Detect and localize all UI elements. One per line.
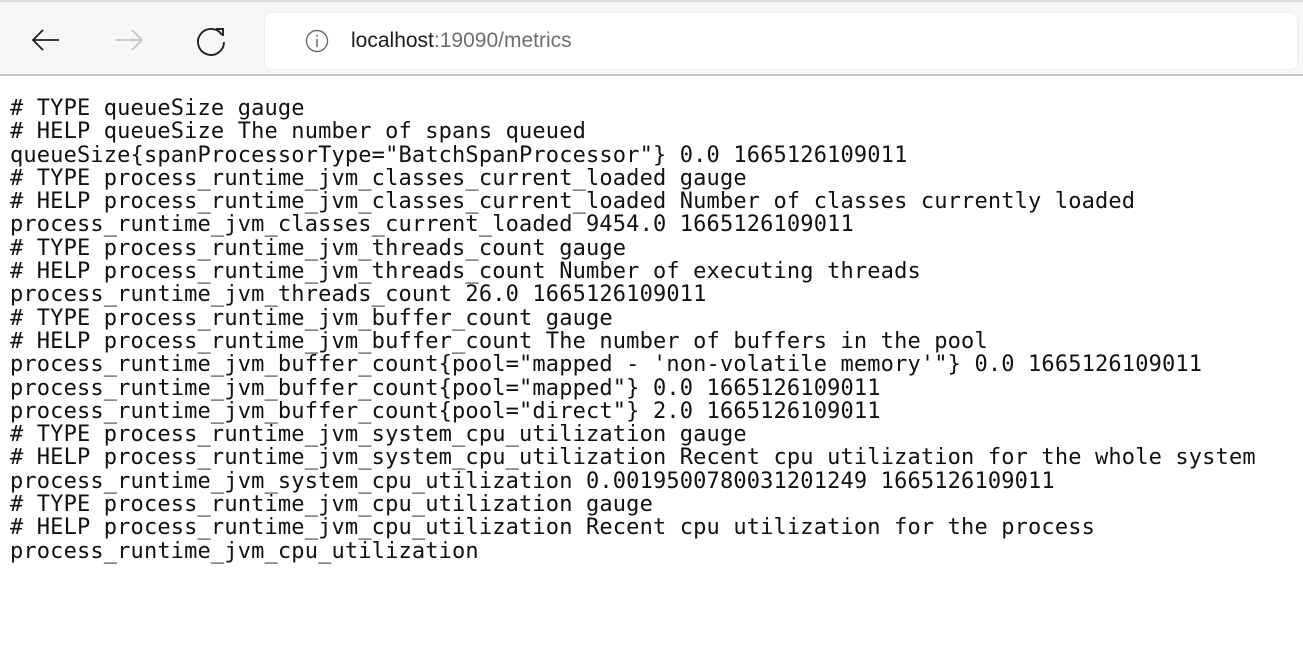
metric-sample-line: process_runtime_jvm_classes_current_load… (10, 212, 854, 238)
metric-sample-line: process_runtime_jvm_buffer_count{pool="d… (10, 398, 881, 424)
metric-sample-line: process_runtime_jvm_threads_count 26.0 1… (10, 282, 707, 308)
reload-button[interactable] (188, 16, 236, 64)
arrow-right-icon (116, 29, 144, 51)
metric-sample-line: process_runtime_jvm_buffer_count{pool="m… (10, 352, 1203, 378)
metrics-text-body: # TYPE queueSize gauge # HELP queueSize T… (10, 97, 1256, 563)
metric-type-line: # TYPE queueSize gauge (10, 96, 305, 121)
url-text[interactable]: localhost:19090/metrics (351, 13, 572, 69)
metric-help-line: # HELP process_runtime_jvm_buffer_count … (10, 328, 988, 354)
back-button[interactable] (22, 16, 70, 64)
info-circle-icon[interactable] (305, 29, 329, 53)
metric-sample-line: process_runtime_jvm_system_cpu_utilizati… (10, 468, 1055, 494)
url-path: :19090/metrics (433, 29, 572, 52)
metric-type-line: # TYPE process_runtime_jvm_system_cpu_ut… (10, 422, 747, 448)
metric-help-line: # HELP process_runtime_jvm_classes_curre… (10, 189, 1136, 215)
metric-type-line: # TYPE process_runtime_jvm_threads_count… (10, 235, 627, 261)
url-host: localhost (351, 29, 434, 52)
metric-sample-line: process_runtime_jvm_cpu_utilization (10, 538, 479, 564)
forward-button[interactable] (105, 16, 153, 64)
metric-help-line: # HELP process_runtime_jvm_threads_count… (10, 259, 921, 285)
metric-type-line: # TYPE process_runtime_jvm_classes_curre… (10, 165, 747, 191)
metric-sample-line: queueSize{spanProcessorType="BatchSpanPr… (10, 142, 908, 168)
metric-sample-line: process_runtime_jvm_buffer_count{pool="m… (10, 375, 881, 401)
reload-icon (197, 28, 225, 56)
arrow-left-icon (31, 29, 59, 51)
metric-type-line: # TYPE process_runtime_jvm_cpu_utilizati… (10, 492, 653, 518)
metric-help-line: # HELP process_runtime_jvm_cpu_utilizati… (10, 515, 1096, 541)
browser-toolbar: localhost:19090/metrics (0, 0, 1303, 76)
metric-type-line: # TYPE process_runtime_jvm_buffer_count … (10, 305, 613, 331)
metric-help-line: # HELP queueSize The number of spans que… (10, 119, 586, 145)
metric-help-line: # HELP process_runtime_jvm_system_cpu_ut… (10, 445, 1256, 471)
address-bar[interactable]: localhost:19090/metrics (265, 13, 1297, 69)
